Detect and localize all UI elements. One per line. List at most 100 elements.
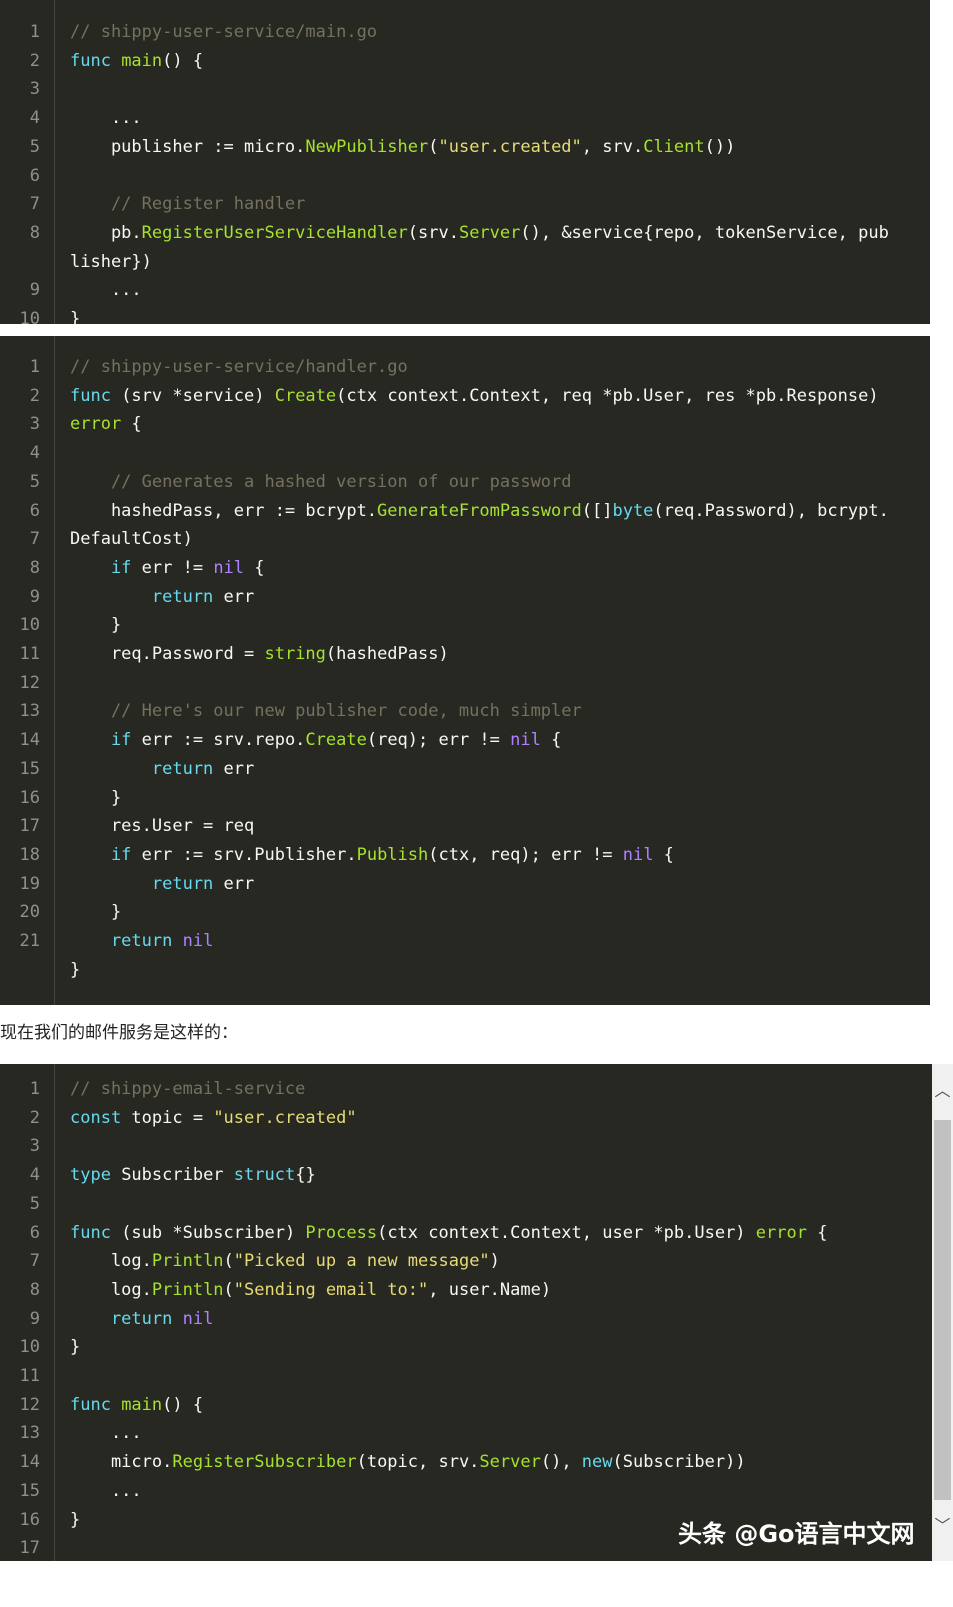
code-token: } [70, 1509, 81, 1530]
code-token: func [70, 1394, 122, 1415]
code-token: "Picked up a new message" [233, 1251, 490, 1272]
line-number: 6 [29, 1222, 40, 1243]
code-token: nil [182, 1308, 214, 1329]
code-block-main-go: 1 // shippy-user-service/main.go 2 func mai… [0, 0, 930, 324]
code-token: Server [479, 1452, 541, 1473]
code-token: (srv. [407, 222, 459, 243]
line-number: 3 [29, 1136, 40, 1157]
code-line: 9 return err [0, 583, 930, 612]
code-token: "user.created" [213, 1107, 357, 1128]
code-line: 6 hashedPass, err := bcrypt.GenerateFrom… [0, 497, 930, 526]
code-token: // shippy-user-service/handler.go [70, 357, 408, 377]
code-line: 2 const topic = "user.created" [0, 1104, 953, 1133]
watermark-logo: 头条 @Go语言中文网 [678, 1520, 915, 1548]
code-text: return err [70, 755, 254, 784]
code-token: nil [182, 931, 214, 951]
code-token: } [70, 615, 122, 636]
code-token: topic = [131, 1107, 214, 1128]
code-token: (req); err != [366, 730, 511, 751]
code-token: } [70, 959, 81, 980]
code-token: ... [70, 1423, 142, 1444]
code-token: Server [458, 222, 521, 243]
code-token: Println [151, 1279, 224, 1300]
code-token: if [70, 557, 142, 578]
line-number: 21 [19, 931, 40, 951]
code-text: func (sub *Subscriber) Process(ctx conte… [70, 1219, 827, 1248]
code-token: return [70, 1308, 183, 1329]
code-token: // shippy-user-service/main.go [70, 22, 378, 42]
code-text: func main() { [70, 47, 203, 76]
line-number: 18 [19, 844, 40, 865]
line-number: 12 [19, 1394, 40, 1415]
code-token: return [70, 758, 224, 779]
code-text: if err := srv.repo.Create(req); err != n… [70, 726, 561, 755]
code-token: if [70, 730, 142, 751]
code-line: 20 } [0, 898, 930, 927]
code-token: new [581, 1452, 613, 1473]
code-token: RegisterSubscriber [172, 1452, 357, 1473]
code-token: nil [510, 730, 541, 751]
code-token: // shippy-email-service [70, 1079, 306, 1099]
code-token: func [70, 50, 122, 71]
line-number: 19 [19, 873, 40, 894]
code-token: err != [141, 557, 214, 578]
code-line: 9 return nil [0, 1305, 953, 1334]
code-text: } [70, 1506, 80, 1535]
code-token: (ctx, req); err != [428, 844, 623, 865]
line-number: 5 [29, 471, 40, 492]
code-token: { [653, 844, 674, 865]
code-token: hashedPass, err := bcrypt. [70, 500, 378, 521]
code-text: return err [70, 870, 254, 899]
code-token: error [755, 1222, 807, 1243]
code-line: 8 pb.RegisterUserServiceHandler(srv.Serv… [0, 219, 930, 248]
code-line: 7 DefaultCost) [0, 525, 930, 554]
line-number: 9 [29, 280, 40, 301]
code-token: (), [540, 1452, 582, 1473]
code-line: 6 func (sub *Subscriber) Process(ctx cont… [0, 1219, 953, 1248]
code-token: { [806, 1222, 828, 1243]
code-token: } [70, 902, 122, 923]
code-line: 8 if err != nil { [0, 554, 930, 583]
code-text: func (srv *service) Create(ctx context.C… [70, 382, 879, 411]
code-token: return [70, 586, 224, 607]
code-line: 15 ... [0, 1477, 953, 1506]
code-line: lisher}) [0, 248, 930, 277]
code-token: struct [233, 1165, 296, 1186]
paragraph-email-service-intro: 现在我们的邮件服务是这样的： [0, 1023, 238, 1043]
code-line: 16 } [0, 784, 930, 813]
code-token: const [70, 1107, 132, 1128]
code-text: } [70, 1333, 80, 1362]
code-line: 12 func main() { [0, 1391, 953, 1420]
code-text: // Here's our new publisher code, much s… [70, 697, 582, 726]
code-line: 3 [0, 75, 930, 104]
code-text: micro.RegisterSubscriber(topic, srv.Serv… [70, 1448, 746, 1477]
code-token: ([] [581, 500, 613, 521]
code-token: (ctx context.Context, req *pb.User, res … [336, 385, 879, 406]
code-text: log.Println("Picked up a new message") [70, 1247, 500, 1276]
code-line: 11 req.Password = string(hashedPass) [0, 640, 930, 669]
code-token: error [70, 414, 122, 435]
code-token: err [223, 586, 255, 607]
code-token: (), &service{repo, tokenService, pub [520, 222, 889, 243]
line-number: 14 [19, 730, 40, 751]
code-line: 8 log.Println("Sending email to:", user.… [0, 1276, 953, 1305]
code-token: () { [162, 50, 204, 71]
code-text: // Register handler [70, 190, 305, 219]
code-block-email-service: ︿ ﹀ 1// shippy-email-service 2 const topic… [0, 1064, 953, 1561]
code-text: // shippy-user-service/handler.go [70, 353, 408, 382]
code-text: return nil [70, 1305, 213, 1334]
code-text: hashedPass, err := bcrypt.GenerateFromPa… [70, 497, 889, 526]
code-token: {} [295, 1165, 316, 1186]
code-text: log.Println("Sending email to:", user.Na… [70, 1276, 551, 1305]
code-text: func main() { [70, 1391, 203, 1420]
code-text: return err [70, 583, 254, 612]
line-number: 12 [19, 672, 40, 693]
code-text: } [70, 611, 121, 640]
code-token: log. [70, 1279, 152, 1300]
code-line: 12 [0, 669, 930, 698]
code-text: type Subscriber struct{} [70, 1161, 316, 1190]
code-line: 17 res.User = req [0, 812, 930, 841]
code-token: log. [70, 1251, 152, 1272]
code-line: 7 // Register handler [0, 190, 930, 219]
code-line: 21 return nil [0, 927, 930, 956]
